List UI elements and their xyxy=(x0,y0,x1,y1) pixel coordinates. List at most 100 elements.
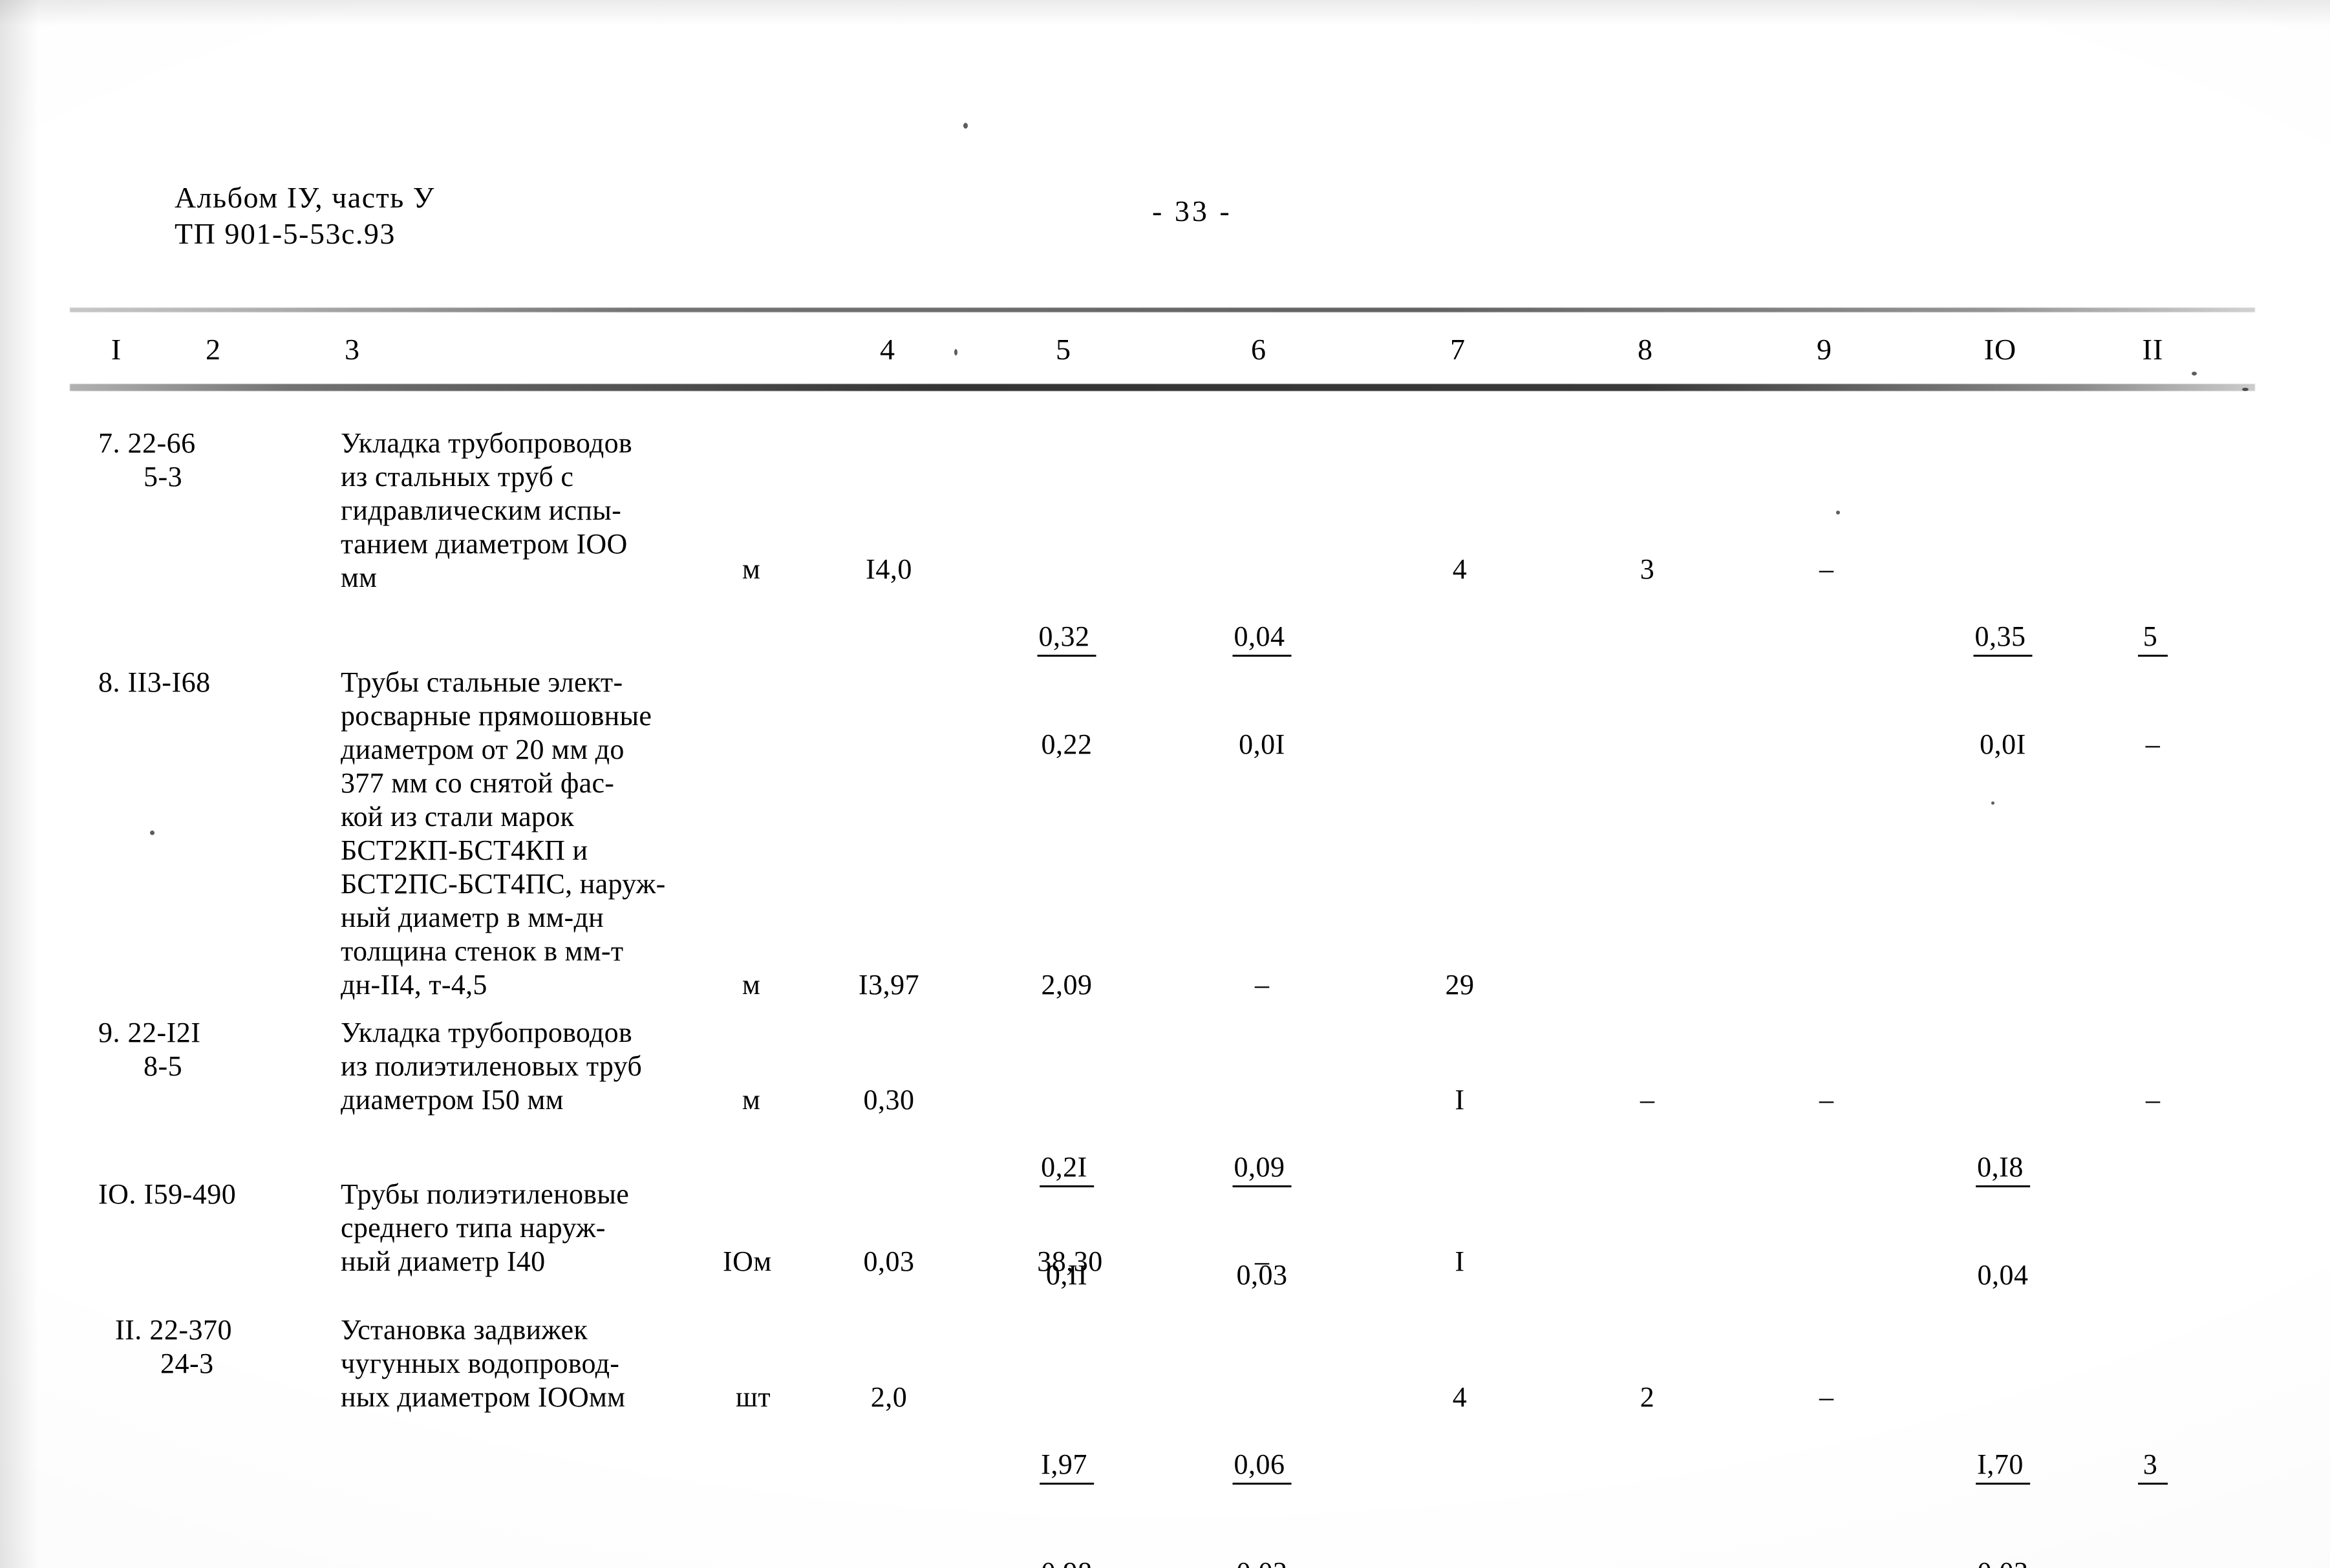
row-col11-value: – xyxy=(2146,1084,2160,1116)
value-denominator: 0,0I xyxy=(1239,728,1285,760)
scan-speck xyxy=(2192,372,2197,376)
row-col4-value: 0,30 xyxy=(863,1084,915,1116)
row-col9-value: – xyxy=(1819,1084,1833,1116)
scan-edge-shadow-left xyxy=(0,0,39,1568)
row-col6-value: – xyxy=(1255,1245,1269,1277)
row-unit: IOм xyxy=(723,1245,772,1277)
column-header-11: II xyxy=(2142,333,2164,366)
value-numerator: 0,06 xyxy=(1232,1448,1292,1485)
row-description: Укладка трубопроводов из стальных труб с… xyxy=(341,427,632,593)
page-number: - 33 - xyxy=(1152,195,1232,228)
value-numerator: 0,35 xyxy=(1973,620,2033,657)
column-header-8: 8 xyxy=(1638,333,1653,366)
row-code-line1: 22-I2I xyxy=(127,1017,201,1048)
value-numerator: 0,32 xyxy=(1037,620,1096,657)
row-col10-value: 0,I8 0,04 xyxy=(1976,1083,2030,1359)
column-header-9: 9 xyxy=(1817,333,1832,366)
table-row: II. 22-370 xyxy=(115,1313,232,1347)
scan-edge-shadow-top xyxy=(0,0,2330,26)
column-header-6: 6 xyxy=(1251,333,1267,366)
row-col10-value: I,70 0,03 xyxy=(1976,1381,2030,1568)
row-code-line1: I59-490 xyxy=(144,1178,237,1210)
row-col9-value: – xyxy=(1819,1381,1833,1413)
row-col7-value: 29 xyxy=(1445,969,1475,1001)
row-col4-value: 2,0 xyxy=(870,1381,908,1413)
row-description: Укладка трубопроводов из полиэтиленовых … xyxy=(341,1017,643,1116)
row-code-line2: 24-3 xyxy=(160,1348,214,1379)
value-denominator: 0,22 xyxy=(1041,728,1093,760)
row-col5-value: 38,30 xyxy=(1037,1245,1103,1277)
table-header-rule xyxy=(70,384,2255,391)
row-code-line2: 5-3 xyxy=(144,461,183,493)
row-unit: м xyxy=(742,969,761,1001)
row-description: Установка задвижек чугунных водопровод- … xyxy=(341,1314,626,1413)
column-header-4: 4 xyxy=(880,333,895,366)
value-numerator: 0,04 xyxy=(1232,620,1292,657)
row-col4-value: 0,03 xyxy=(863,1245,915,1277)
column-header-3: 3 xyxy=(345,333,360,366)
row-unit: м xyxy=(742,553,761,585)
row-number: II. xyxy=(115,1314,142,1346)
code-line: ТП 901-5-53с.93 xyxy=(175,217,396,250)
row-col5-value: 2,09 xyxy=(1041,969,1093,1001)
scan-speck xyxy=(1836,511,1840,514)
row-col11-value: 5 – xyxy=(2138,553,2168,829)
row-col7-value: I xyxy=(1455,1084,1465,1116)
scan-speck xyxy=(963,123,968,129)
value-denominator: 0,98 xyxy=(1040,1552,1094,1568)
document-header: Альбом IУ, часть У ТП 901-5-53с.93 xyxy=(175,180,435,252)
row-col9-value: – xyxy=(1819,553,1833,585)
row-description: Трубы полиэтиленовые среднего типа наруж… xyxy=(341,1178,630,1277)
row-number: 7. xyxy=(98,427,120,459)
row-col5-value: I,97 0,98 xyxy=(1040,1381,1094,1568)
row-code-line2: 8-5 xyxy=(144,1050,183,1082)
row-col4-value: I3,97 xyxy=(858,969,920,1001)
column-header-10: IO xyxy=(1983,333,2017,366)
value-numerator: I,97 xyxy=(1040,1448,1094,1485)
value-numerator: I,70 xyxy=(1976,1448,2030,1485)
table-row: 7. 22-66 xyxy=(98,427,196,460)
value-numerator: 3 xyxy=(2138,1448,2168,1485)
row-unit: м xyxy=(742,1084,761,1116)
row-number: 8. xyxy=(98,666,120,698)
value-denominator: 0,04 xyxy=(1977,1259,2029,1291)
scan-speck xyxy=(150,831,155,835)
row-col11-value: 3 – xyxy=(2138,1381,2168,1568)
value-denominator: – xyxy=(2138,1552,2168,1568)
row-number: IO. xyxy=(98,1178,136,1210)
row-col5-value: 0,2I 0,II xyxy=(1040,1083,1094,1359)
row-description: Трубы стальные элект- росварные прямошов… xyxy=(341,666,666,1001)
table-row: IO. I59-490 xyxy=(98,1178,236,1211)
scan-speck xyxy=(2242,388,2249,391)
column-header-7: 7 xyxy=(1450,333,1466,366)
row-col6-value: 0,06 0,02 xyxy=(1232,1381,1292,1568)
row-number: 9. xyxy=(98,1017,120,1048)
value-numerator: 0,09 xyxy=(1232,1150,1292,1187)
value-denominator: 0,02 xyxy=(1233,1552,1292,1568)
value-denominator: 0,0I xyxy=(1980,728,2026,760)
table-row: 8. II3-I68 xyxy=(98,666,211,699)
column-header-5: 5 xyxy=(1056,333,1071,366)
row-code-line1: 22-66 xyxy=(127,427,196,459)
row-col4-value: I4,0 xyxy=(866,553,912,585)
table-top-rule xyxy=(70,308,2255,312)
value-numerator: 5 xyxy=(2138,620,2168,657)
table-row: 9. 22-I2I xyxy=(98,1016,200,1050)
column-header-1: I xyxy=(111,333,122,366)
row-col6-value: 0,09 0,03 xyxy=(1232,1083,1292,1359)
scan-speck xyxy=(954,349,957,355)
row-code-line1: II3-I68 xyxy=(127,666,211,698)
value-denominator: 0,03 xyxy=(1976,1552,2030,1568)
row-col5-value: 0,32 0,22 xyxy=(1037,553,1096,829)
row-col8-value: 3 xyxy=(1640,553,1655,585)
album-line: Альбом IУ, часть У xyxy=(175,181,435,214)
row-col7-value: 4 xyxy=(1452,553,1468,585)
row-col8-value: – xyxy=(1640,1084,1654,1116)
value-denominator: – xyxy=(2145,728,2161,760)
row-col7-value: I xyxy=(1455,1245,1465,1277)
row-col10-value: 0,35 0,0I xyxy=(1973,553,2033,829)
value-numerator: 0,I8 xyxy=(1976,1150,2030,1187)
row-col6-value: – xyxy=(1255,969,1269,1001)
value-numerator: 0,2I xyxy=(1040,1150,1094,1187)
column-header-2: 2 xyxy=(206,333,221,366)
